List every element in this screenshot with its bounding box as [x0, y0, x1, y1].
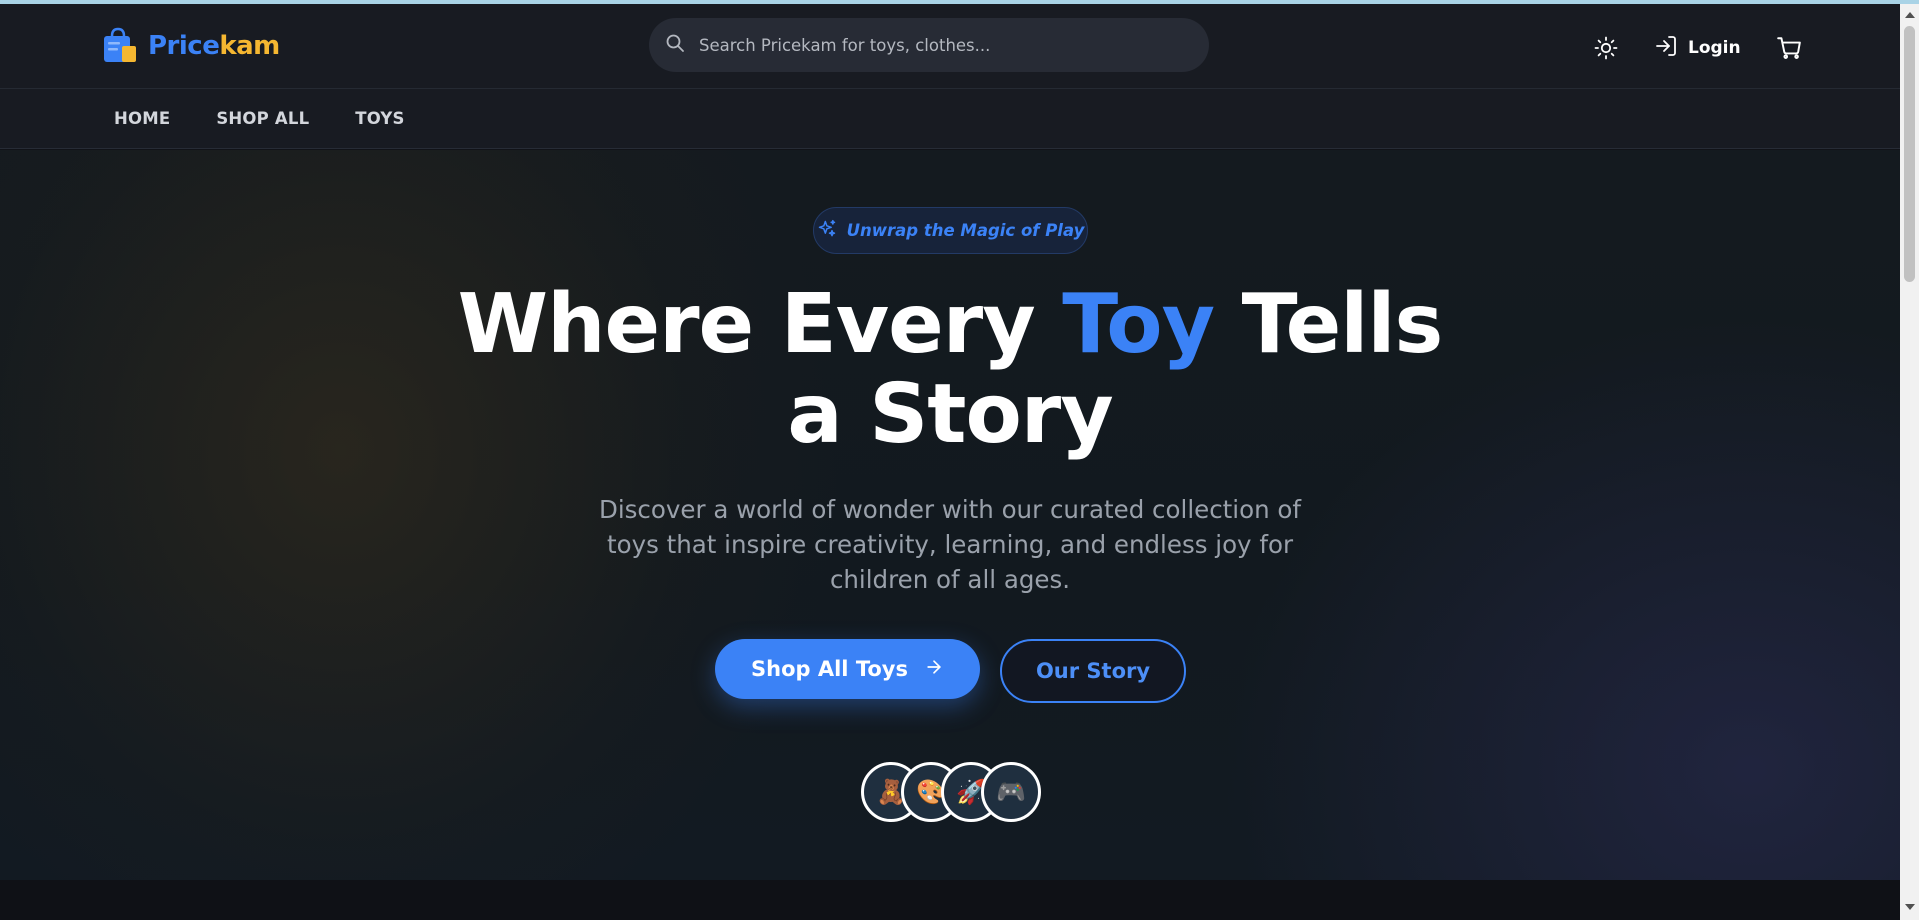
hero-badge-label: Unwrap the Magic of Play	[846, 221, 1085, 240]
headline-accent: Toy	[1062, 277, 1215, 372]
brand-name: Pricekam	[148, 31, 280, 61]
nav-toys[interactable]: TOYS	[355, 109, 404, 128]
game-controller-avatar: 🎮	[981, 762, 1041, 822]
headline-part1: Where Every	[457, 277, 1063, 372]
arrow-right-icon	[924, 657, 944, 682]
sparkles-icon	[817, 219, 837, 243]
scroll-up-icon[interactable]	[1905, 12, 1915, 18]
page-scrollbar[interactable]	[1900, 4, 1919, 920]
search-icon	[665, 33, 685, 57]
headline-line2: a Story	[787, 367, 1113, 462]
brand-name-part1: Price	[148, 31, 220, 61]
scroll-down-icon[interactable]	[1905, 904, 1915, 910]
nav-home[interactable]: HOME	[114, 109, 170, 128]
shop-all-toys-label: Shop All Toys	[751, 657, 908, 681]
next-section-edge	[0, 880, 1900, 920]
hero-section: Unwrap the Magic of Play Where Every Toy…	[0, 150, 1900, 880]
search-input[interactable]	[699, 35, 1159, 55]
hero-subtitle: Discover a world of wonder with our cura…	[598, 495, 1302, 594]
login-button[interactable]: Login	[1654, 34, 1741, 62]
brand-logo[interactable]: Pricekam	[100, 26, 280, 66]
hero-headline: Where Every Toy Tells a Story	[0, 280, 1900, 460]
site-header: Pricekam Search Pricekam for toys, cloth…	[0, 4, 1900, 89]
headline-part2: Tells	[1214, 277, 1444, 372]
login-label: Login	[1688, 38, 1741, 58]
header-actions: Login	[1592, 34, 1803, 62]
cart-icon[interactable]	[1775, 34, 1803, 62]
main-nav: HOME SHOP ALL TOYS	[0, 89, 1900, 149]
shopping-bag-icon	[100, 26, 140, 66]
our-story-button[interactable]: Our Story	[1000, 639, 1186, 703]
search-bar[interactable]	[649, 18, 1209, 72]
login-icon	[1654, 34, 1678, 62]
scrollbar-thumb[interactable]	[1904, 26, 1915, 282]
sun-icon[interactable]	[1592, 34, 1620, 62]
brand-name-part2: kam	[219, 31, 280, 61]
avatar-group: 🧸 🎨 🚀 🎮	[861, 762, 1041, 822]
shop-all-toys-button[interactable]: Shop All Toys	[715, 639, 980, 699]
hero-badge: Unwrap the Magic of Play	[813, 207, 1088, 254]
nav-shop-all[interactable]: SHOP ALL	[216, 109, 309, 128]
